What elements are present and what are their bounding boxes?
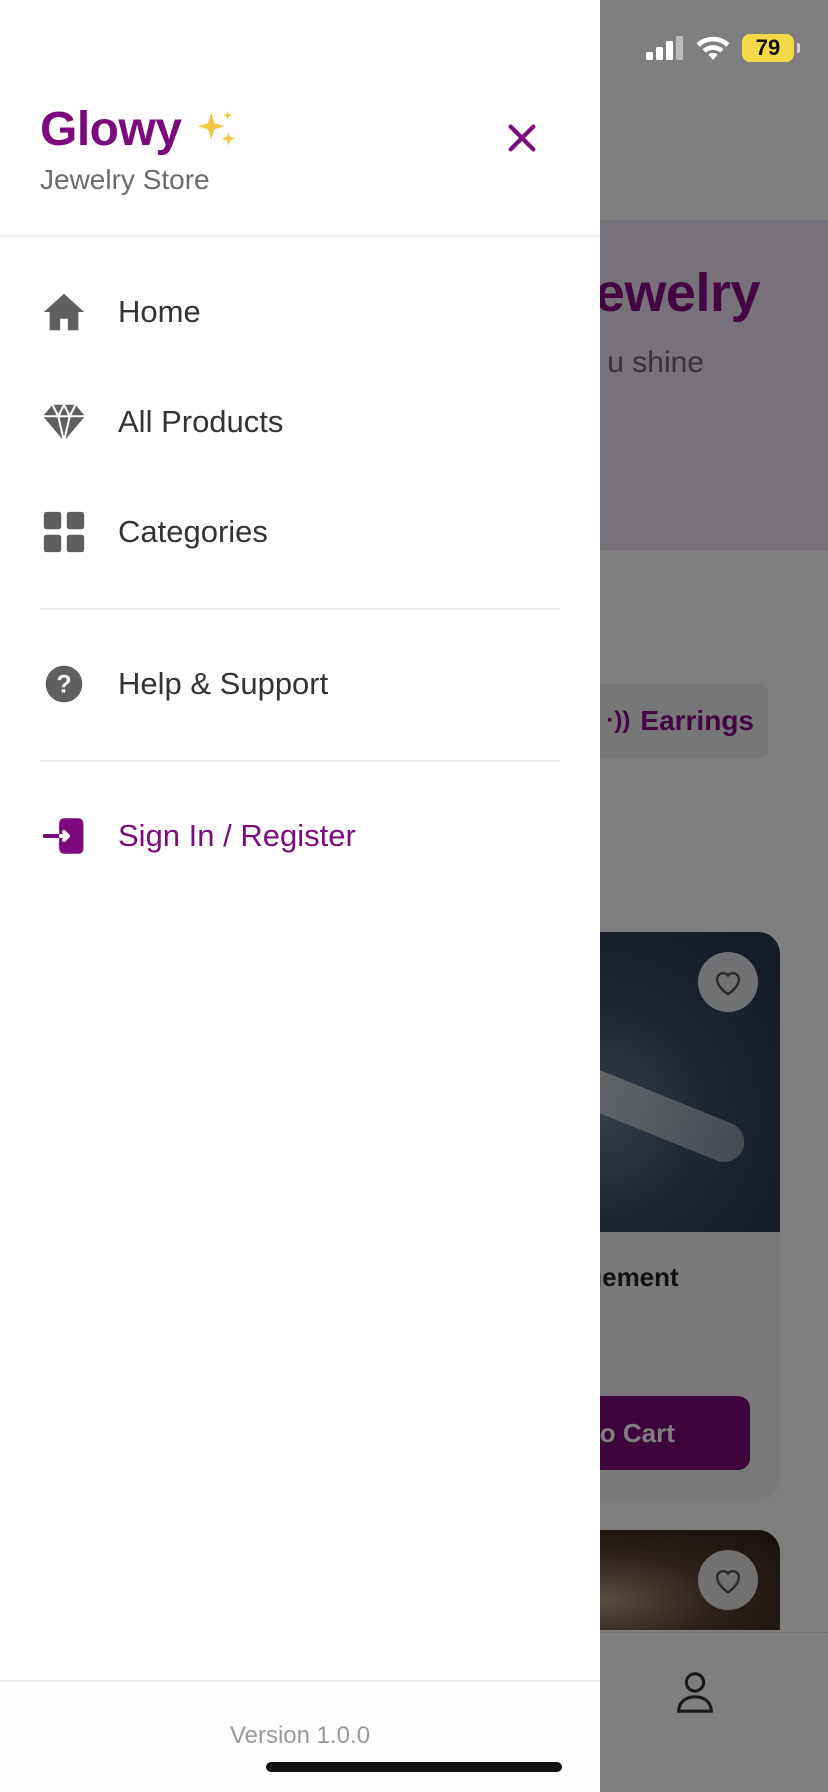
home-icon	[40, 288, 88, 336]
app-version: Version 1.0.0	[229, 1722, 371, 1749]
sign-in-icon	[40, 812, 88, 860]
menu-divider	[40, 760, 560, 762]
menu-item-home[interactable]: Home	[40, 264, 560, 360]
menu-item-help-support[interactable]: ? Help & Support	[40, 636, 560, 732]
menu-item-categories[interactable]: Categories	[40, 484, 560, 580]
sparkles-icon	[197, 110, 235, 145]
diamond-icon	[40, 398, 88, 446]
drawer-header: Glowy Jewelry Store	[0, 0, 600, 237]
menu-item-label: Home	[118, 294, 201, 329]
cellular-signal-icon	[646, 36, 683, 60]
menu-item-label: Categories	[118, 514, 268, 549]
brand-subtitle: Jewelry Store	[40, 164, 210, 195]
menu-item-label: Sign In / Register	[118, 818, 356, 853]
help-circle-icon: ?	[40, 660, 88, 708]
menu-item-sign-in-register[interactable]: Sign In / Register	[40, 788, 560, 884]
menu-item-label: All Products	[118, 404, 284, 439]
home-indicator	[266, 1762, 562, 1772]
svg-text:?: ?	[56, 670, 71, 698]
grid-icon	[40, 508, 88, 556]
wifi-icon	[696, 36, 730, 61]
navigation-drawer: Glowy Jewelry Store Home All Products Ca…	[0, 0, 600, 1792]
brand: Glowy	[40, 102, 240, 157]
close-drawer-button[interactable]	[496, 112, 548, 164]
menu-item-label: Help & Support	[118, 666, 329, 701]
menu-divider	[40, 608, 560, 610]
battery-level: 79	[755, 35, 781, 60]
brand-name: Glowy	[40, 103, 182, 156]
close-icon	[508, 124, 536, 152]
battery-indicator: 79	[742, 34, 800, 62]
menu-item-all-products[interactable]: All Products	[40, 374, 560, 470]
status-bar: 79	[646, 34, 800, 62]
